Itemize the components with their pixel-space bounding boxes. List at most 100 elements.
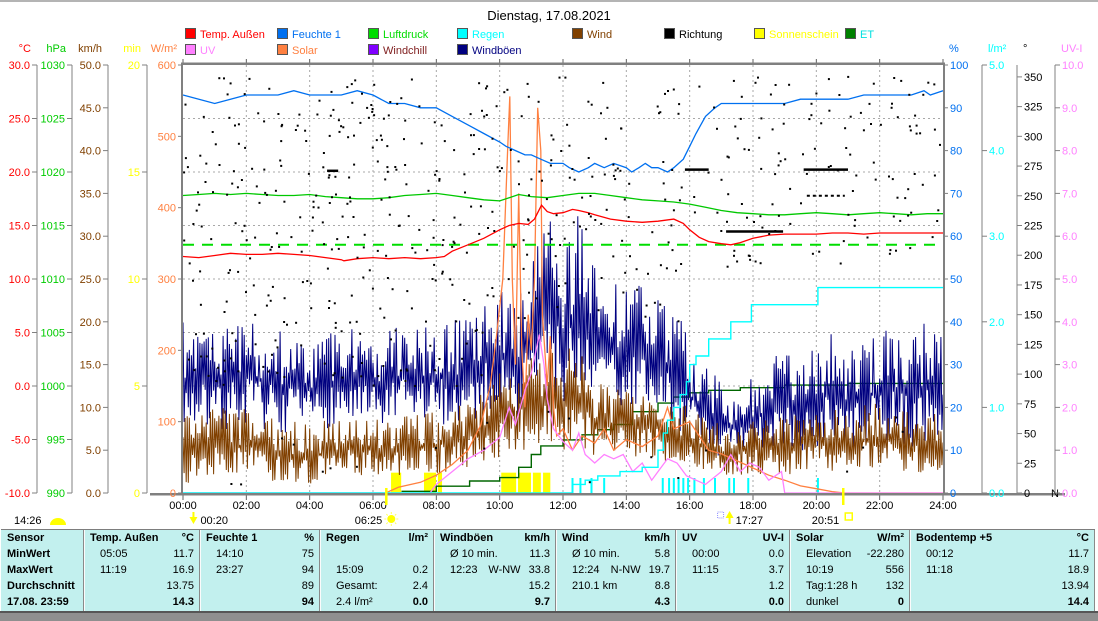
column-header: Solar	[796, 531, 824, 547]
series-richtung_segmente	[327, 170, 848, 232]
x-tick-label: 24:00	[929, 500, 957, 512]
axis-tick-label: 0.0	[15, 381, 30, 393]
axis-tick-label: 125	[1024, 339, 1042, 351]
cell-time-label	[206, 579, 216, 595]
axis-tick-label: 9.0	[1062, 103, 1077, 115]
cell-time-label: 05:05	[90, 547, 128, 563]
cell-time-label	[90, 595, 100, 611]
table-row: 00:1211.7	[911, 547, 1094, 563]
axis-tick-label: 1000	[41, 381, 65, 393]
axis-tick-label: 200	[1024, 250, 1042, 262]
cell-time-label: 11:15	[682, 563, 719, 579]
cell-value: 0	[898, 595, 904, 611]
moonphase-time-label: 14:26	[14, 515, 42, 527]
moon-icon	[50, 518, 66, 525]
column-unit: l/m²	[408, 531, 428, 547]
axis-tick-label: 300	[158, 274, 176, 286]
legend-item-feuchte-1: Feuchte 1	[277, 28, 341, 40]
legend-label: Temp. Außen	[200, 29, 265, 41]
x-tick-label: 20:00	[803, 500, 831, 512]
sunset-time-label: 20:51	[812, 515, 840, 527]
table-header-row: Windkm/h	[557, 531, 675, 547]
table-row: 05:05 11.7	[85, 547, 199, 563]
legend-swatch-icon	[277, 28, 288, 39]
cell-time-label: Elevation	[796, 547, 851, 563]
cell-time-label: Tag:1:28 h	[796, 579, 857, 595]
sun-icon	[387, 515, 395, 523]
axis-tick-label: 400	[158, 203, 176, 215]
axis-tick-label: 40	[950, 317, 962, 329]
table-row: Gesamt:2.4	[321, 579, 433, 595]
cell-time-label	[90, 579, 100, 595]
axis-tick-label: 275	[1024, 161, 1042, 173]
moonset-arrow-down-icon	[189, 517, 197, 524]
axis-tick-label: 7.0	[1062, 188, 1077, 200]
cell-value: 4.3	[655, 595, 670, 611]
table-row: 2.4 l/m²0.0	[321, 595, 433, 611]
axis-tick-label: 2.0	[989, 317, 1004, 329]
axis-tick-label: 75	[1024, 399, 1036, 411]
cell-value: 5.8	[655, 547, 670, 563]
table-row: 210.1 km8.8	[557, 579, 675, 595]
column-unit: °C	[1077, 531, 1089, 547]
axis-tick-label: 40.0	[80, 146, 101, 158]
table-row: 10:19556	[791, 563, 909, 579]
x-tick-label: 04:00	[296, 500, 324, 512]
table-row: Elevation -22.280	[791, 547, 909, 563]
cell-time-label: 12:24	[562, 563, 600, 579]
axis-tick-label: 1005	[41, 328, 65, 340]
legend-item-regen: Regen	[457, 28, 504, 40]
table-column-regen: Regenl/m²15:090.2Gesamt:2.42.4 l/m²0.0	[320, 530, 434, 611]
legend-label: Windböen	[472, 45, 522, 57]
cell-time-label: 2.4 l/m²	[326, 595, 373, 611]
table-row: 14.3	[85, 595, 199, 611]
axis-deg: °350325300275250225200175150125100755025…	[1017, 43, 1059, 500]
legend-item-temp-au-en: Temp. Außen	[185, 28, 265, 40]
axis-tick-label: 25.0	[80, 274, 101, 286]
cell-time-label: Gesamt:	[326, 579, 378, 595]
table-row-label: MaxWert	[1, 563, 83, 579]
x-tick-label: 06:00	[359, 500, 387, 512]
cell-value: 11.7	[173, 547, 194, 563]
column-header: Wind	[562, 531, 589, 547]
cell-time-label: 00:12	[916, 547, 954, 563]
cell-time-label	[326, 547, 336, 563]
axis-tick-label: 30	[950, 360, 962, 372]
table-column-bodentemp-5: Bodentemp +5°C00:1211.711:1818.913.9414.…	[910, 530, 1095, 611]
column-unit: km/h	[524, 531, 550, 547]
axis-tick-label: 5.0	[86, 445, 101, 457]
cell-time-label	[916, 595, 926, 611]
axis-tick-label: 150	[1024, 310, 1042, 322]
axis-tick-label: 20.0	[9, 167, 30, 179]
column-header: Windböen	[440, 531, 493, 547]
axis-tick-label: 30.0	[80, 231, 101, 243]
cell-time-label: Ø 10 min.	[562, 547, 620, 563]
legend-swatch-icon	[664, 28, 675, 39]
cell-time-label: dunkel	[796, 595, 838, 611]
table-column-wind: Windkm/hØ 10 min.5.812:24N-NW19.7210.1 k…	[556, 530, 676, 611]
weather-chart: °C30.025.020.015.010.05.00.0-5.0-10.0hPa…	[0, 0, 1098, 529]
axis-tick-label: 995	[47, 435, 65, 447]
column-header: Feuchte 1	[206, 531, 257, 547]
table-row: 14.4	[911, 595, 1094, 611]
table-row: 0.0	[677, 595, 789, 611]
moon-outline-icon	[718, 512, 724, 518]
axis-tick-label: 10.0	[80, 402, 101, 414]
legend-item-windchill: Windchill	[368, 44, 427, 56]
axis-tick-label: 175	[1024, 280, 1042, 292]
cell-value: -22.280	[867, 547, 904, 563]
cell-value: 75	[302, 547, 314, 563]
axis-tick-label: 8.0	[1062, 146, 1077, 158]
chart-legend: Temp. AußenFeuchte 1LuftdruckRegenWindRi…	[0, 0, 1098, 62]
legend-item-solar: Solar	[277, 44, 318, 56]
table-row-label: Sensor	[1, 531, 83, 547]
column-unit: %	[304, 531, 314, 547]
cell-value: 89	[302, 579, 314, 595]
cell-value: 16.9	[173, 563, 194, 579]
axis-tick-label: 500	[158, 131, 176, 143]
x-tick-label: 10:00	[486, 500, 514, 512]
table-header-row: Windböen km/h	[435, 531, 555, 547]
x-tick-label: 18:00	[739, 500, 767, 512]
table-header-row: SolarW/m²	[791, 531, 909, 547]
column-header: Temp. Außen	[90, 531, 158, 547]
